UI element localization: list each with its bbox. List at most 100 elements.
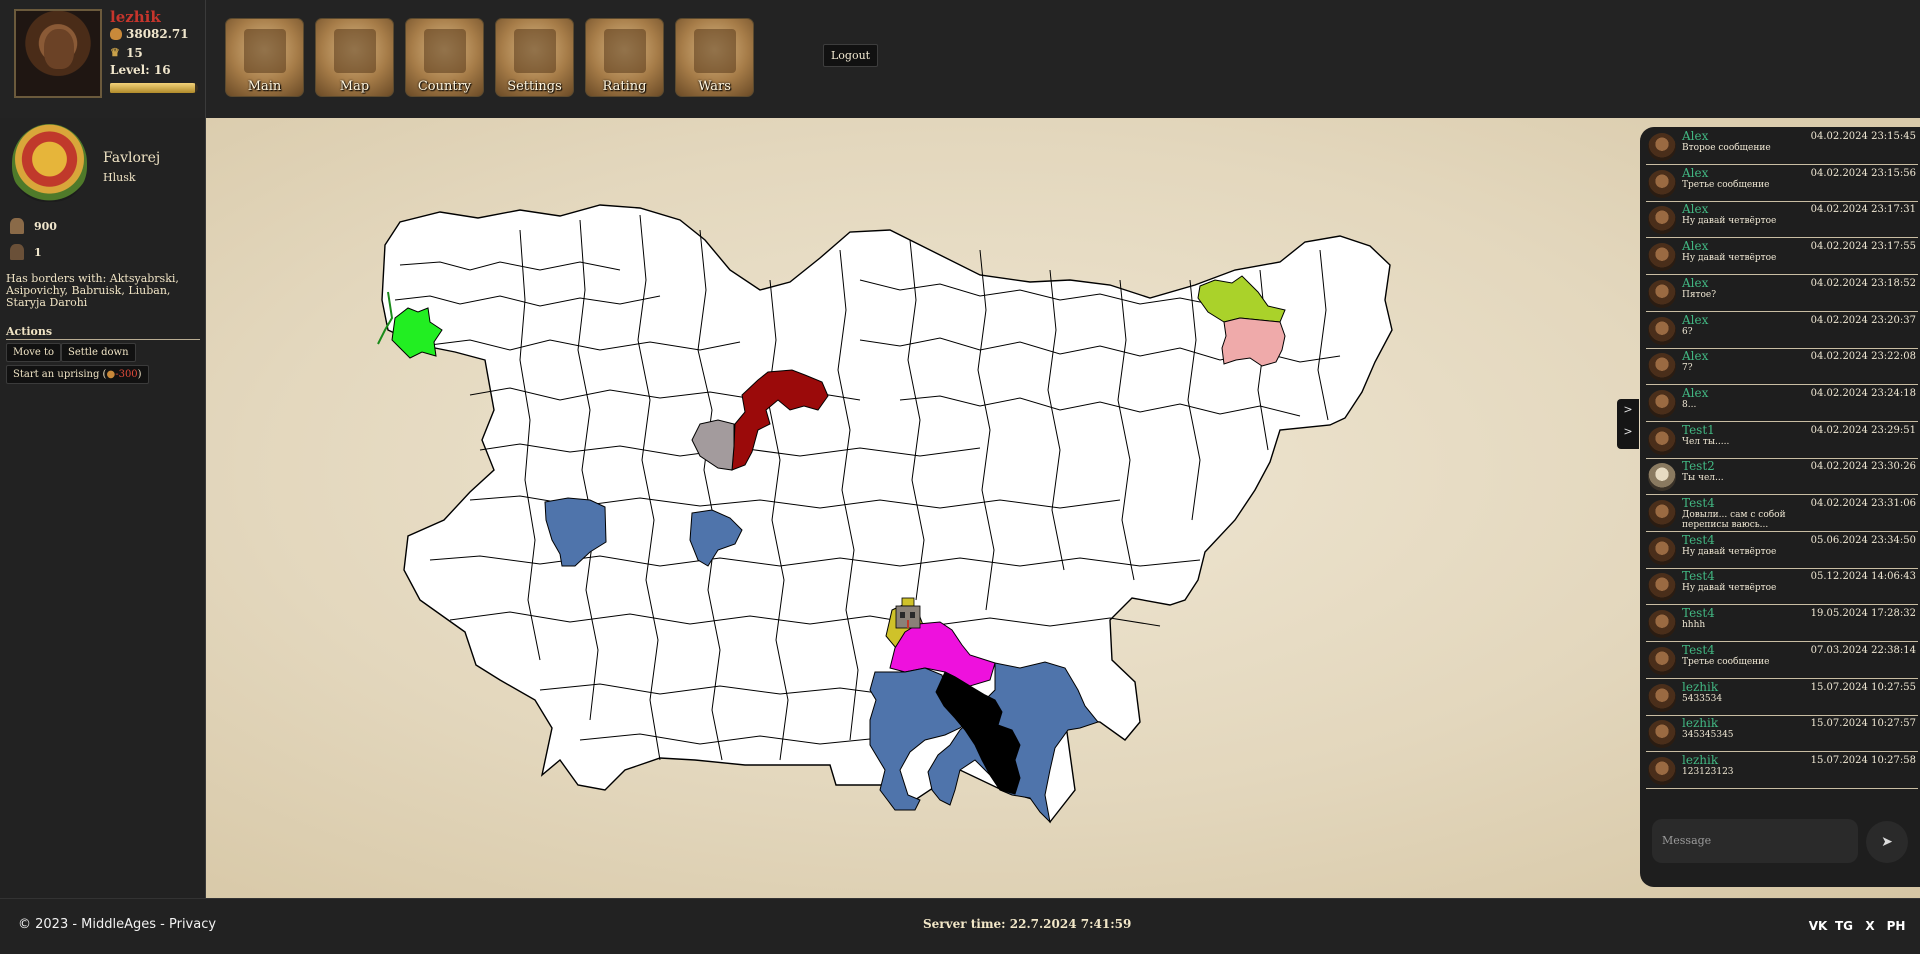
uprising-label: Start an uprising (	[13, 369, 107, 380]
chat-username[interactable]: lezhik	[1682, 680, 1718, 694]
user-avatar[interactable]	[1648, 169, 1676, 198]
chat-text: 8...	[1682, 399, 1697, 410]
phone-icon[interactable]: PH	[1886, 916, 1906, 936]
chat-username[interactable]: lezhik	[1682, 716, 1718, 730]
region-name: Favlorej	[103, 150, 161, 166]
chat-text: Ты чел...	[1682, 473, 1724, 484]
nav-wars-label: Wars	[698, 79, 731, 94]
user-avatar[interactable]	[1648, 646, 1676, 675]
user-avatar[interactable]	[1648, 463, 1676, 492]
chat-message: Alex 04.02.2024 23:17:31 Ну давай четвёрто…	[1646, 202, 1918, 239]
chat-username[interactable]: Test4	[1682, 569, 1715, 583]
gold-bag-icon	[110, 28, 122, 40]
start-uprising-button[interactable]: Start an uprising (●-300)	[6, 365, 149, 384]
uprising-cost: -300	[115, 369, 138, 380]
chat-username[interactable]: Alex	[1682, 349, 1708, 363]
chat-timestamp: 07.03.2024 22:38:14	[1810, 644, 1916, 656]
user-avatar[interactable]	[1648, 316, 1676, 345]
nav-wars-button[interactable]: Wars	[675, 18, 754, 97]
chat-username[interactable]: Alex	[1682, 239, 1708, 253]
chat-text: Третье сообщение	[1682, 656, 1770, 667]
player-name[interactable]: lezhik	[110, 8, 161, 26]
chat-message: Test1 04.02.2024 23:29:51 Чел ты.....	[1646, 423, 1918, 459]
x-icon[interactable]: X	[1860, 916, 1880, 936]
user-avatar[interactable]	[1648, 500, 1676, 528]
chat-timestamp: 15.07.2024 10:27:58	[1810, 754, 1916, 766]
nav-settings-button[interactable]: Settings	[495, 18, 574, 97]
chat-username[interactable]: Test1	[1682, 423, 1715, 437]
level-progress-bar	[110, 83, 198, 93]
user-avatar[interactable]	[1648, 756, 1676, 785]
chat-message: Test4 04.02.2024 23:31:06 Довыли... сам с …	[1646, 496, 1918, 532]
chat-text: 7?	[1682, 363, 1693, 374]
knight-icon	[604, 29, 646, 73]
chat-text: 5433534	[1682, 693, 1723, 704]
nav-rating-button[interactable]: Rating	[585, 18, 664, 97]
chat-timestamp: 04.02.2024 23:15:45	[1810, 131, 1916, 142]
user-avatar[interactable]	[1648, 353, 1676, 382]
user-avatar[interactable]	[1648, 573, 1676, 602]
user-avatar[interactable]	[1648, 389, 1676, 418]
chat-message: Test4 05.12.2024 14:06:43 Ну давай четвёрт…	[1646, 569, 1918, 606]
nav-country-label: Country	[417, 79, 472, 94]
chat-username[interactable]: Test4	[1682, 496, 1715, 510]
chat-text: Пятое?	[1682, 289, 1717, 300]
user-avatar[interactable]	[1648, 133, 1676, 161]
gold-value: 38082.71	[126, 27, 189, 41]
chat-username[interactable]: Alex	[1682, 276, 1708, 290]
chat-username[interactable]: lezhik	[1682, 753, 1718, 767]
nav-map-label: Map	[339, 79, 370, 94]
chat-panel: Alex 04.02.2024 23:15:45 Второе сообщение A…	[1640, 127, 1920, 887]
logout-button[interactable]: Logout	[823, 44, 879, 67]
chat-message: Alex 04.02.2024 23:18:52 Пятое?	[1646, 276, 1918, 312]
chat-username[interactable]: Test4	[1682, 533, 1715, 547]
chat-username[interactable]: Alex	[1682, 166, 1708, 180]
nav-map-button[interactable]: Map	[315, 18, 394, 97]
chat-timestamp: 04.02.2024 23:30:26	[1810, 461, 1916, 473]
chat-username[interactable]: Alex	[1682, 313, 1708, 327]
chat-username[interactable]: Test4	[1682, 606, 1715, 620]
player-avatar[interactable]	[14, 9, 102, 98]
troops-value: 900	[34, 219, 57, 233]
shield-icon	[694, 29, 736, 73]
crown-stat: ♛ 15	[110, 46, 143, 60]
chat-message: Test4 07.03.2024 22:38:14 Третье сообщение	[1646, 643, 1918, 679]
troops-stat: 900	[10, 218, 57, 234]
user-avatar[interactable]	[1648, 243, 1676, 272]
footer-copyright[interactable]: © 2023 - MiddleAges - Privacy	[18, 917, 216, 932]
chat-message: lezhik 15.07.2024 10:27:58 123123123	[1646, 753, 1918, 789]
chat-username[interactable]: Test4	[1682, 643, 1715, 657]
uprising-suffix: )	[137, 369, 142, 380]
user-avatar[interactable]	[1648, 610, 1676, 639]
chat-username[interactable]: Test2	[1682, 459, 1715, 473]
chat-toggle-button[interactable]: > >	[1617, 399, 1639, 449]
user-avatar[interactable]	[1648, 426, 1676, 455]
region-pink[interactable]	[1221, 317, 1286, 367]
town-icon	[244, 29, 286, 73]
chat-message-input[interactable]: Message	[1652, 819, 1858, 863]
settle-down-button[interactable]: Settle down	[61, 343, 136, 362]
telegram-icon[interactable]: TG	[1834, 916, 1854, 936]
move-to-button[interactable]: Move to	[6, 343, 62, 362]
chat-timestamp: 04.02.2024 23:17:31	[1810, 204, 1916, 216]
user-avatar[interactable]	[1648, 536, 1676, 565]
chat-timestamp: 04.02.2024 23:20:37	[1810, 314, 1916, 326]
user-avatar[interactable]	[1648, 206, 1676, 235]
chat-username[interactable]: Alex	[1682, 129, 1708, 143]
vk-icon[interactable]: VK	[1808, 916, 1828, 936]
nav-country-button[interactable]: Country	[405, 18, 484, 97]
send-icon[interactable]: ➤	[1866, 821, 1908, 863]
chat-username[interactable]: Alex	[1682, 386, 1708, 400]
crown-icon: ♛	[110, 46, 120, 59]
chat-username[interactable]: Alex	[1682, 202, 1708, 216]
avatar-face	[44, 29, 74, 69]
chat-message: Alex 04.02.2024 23:22:08 7?	[1646, 349, 1918, 386]
crown-value: 15	[126, 46, 143, 60]
user-avatar[interactable]	[1648, 720, 1676, 749]
chat-message: Alex 04.02.2024 23:20:37 6?	[1646, 313, 1918, 349]
user-avatar[interactable]	[1648, 279, 1676, 308]
level-stat: Level: 16	[110, 63, 171, 77]
lords-stat: 1	[10, 244, 42, 260]
nav-main-button[interactable]: Main	[225, 18, 304, 97]
user-avatar[interactable]	[1648, 683, 1676, 712]
